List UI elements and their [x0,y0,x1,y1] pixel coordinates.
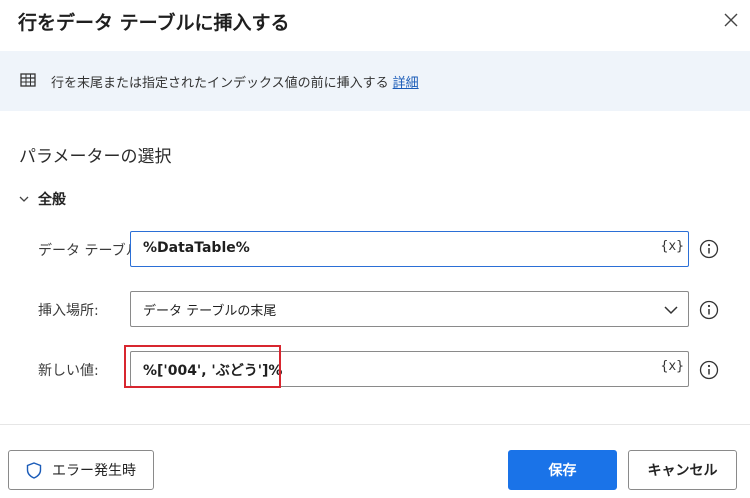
info-circle-icon[interactable] [699,239,719,259]
section-title: パラメーターの選択 [19,147,172,167]
insert-location-value: データ テーブルの末尾 [143,304,277,319]
datatable-input[interactable]: %DataTable% {x} [130,231,689,267]
details-link[interactable]: 詳細 [393,76,419,91]
table-icon [20,73,36,87]
insert-location-label: 挿入場所: [38,303,99,319]
highlight-box [124,345,281,388]
variable-picker-button[interactable]: {x} [661,359,684,374]
new-value-label: 新しい値: [38,363,99,379]
chevron-down-icon[interactable] [664,303,678,317]
insert-location-select[interactable]: データ テーブルの末尾 [130,291,689,327]
close-icon [724,13,738,27]
save-button[interactable]: 保存 [508,450,617,490]
info-text: 行を末尾または指定されたインデックス値の前に挿入する 詳細 [51,72,419,91]
dialog-title: 行をデータ テーブルに挿入する [18,12,290,34]
datatable-label: データ テーブル: [38,243,145,259]
close-button[interactable] [717,6,745,34]
variable-picker-button[interactable]: {x} [661,239,684,254]
shield-icon [26,461,42,479]
general-group-toggle[interactable]: 全般 [18,189,66,209]
info-description: 行を末尾または指定されたインデックス値の前に挿入する [51,76,389,91]
on-error-label: エラー発生時 [52,463,136,479]
chevron-down-icon [19,196,29,202]
datatable-value: %DataTable% [143,240,250,256]
info-circle-icon[interactable] [699,300,719,320]
title-bar: 行をデータ テーブルに挿入する [0,0,750,40]
cancel-button[interactable]: キャンセル [628,450,737,490]
footer-divider [0,424,750,425]
info-banner: 行を末尾または指定されたインデックス値の前に挿入する 詳細 [0,51,750,111]
group-label: 全般 [38,192,66,208]
on-error-button[interactable]: エラー発生時 [8,450,154,490]
info-circle-icon[interactable] [699,360,719,380]
